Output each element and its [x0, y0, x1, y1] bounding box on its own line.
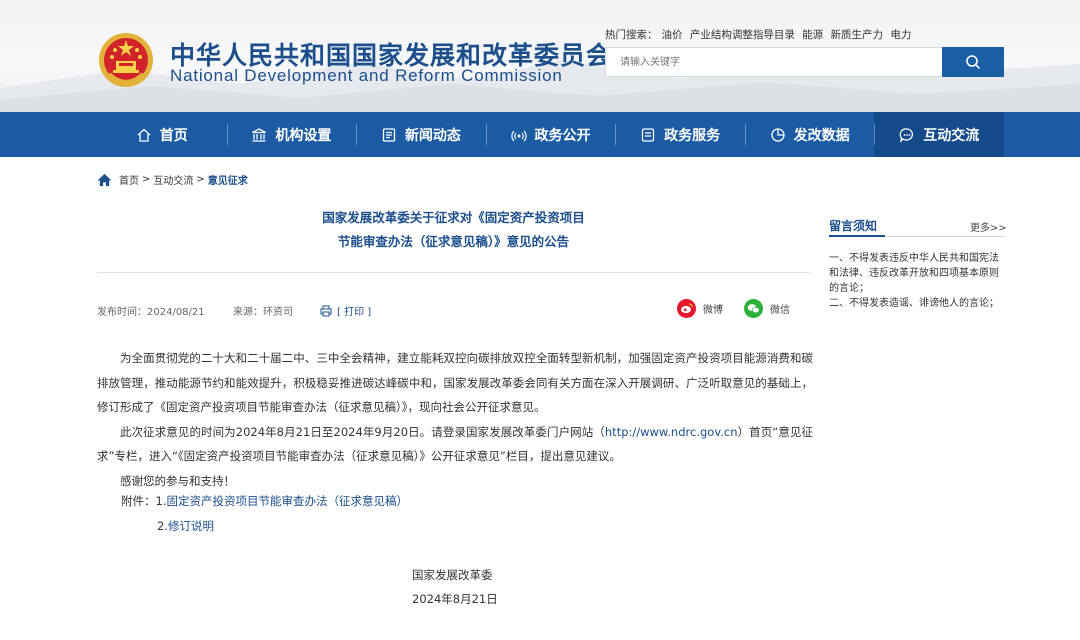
- print-label: [ 打印 ]: [337, 307, 372, 318]
- attachment-number: 1.: [155, 494, 167, 508]
- printer-icon: [320, 305, 332, 316]
- service-icon: [641, 127, 655, 142]
- attachment-label: 附件：: [121, 494, 156, 508]
- nav-label: 首页: [159, 127, 188, 144]
- signature: 国家发展改革委: [412, 568, 493, 582]
- hot-keyword[interactable]: 能源: [802, 29, 823, 41]
- share-weibo-button[interactable]: 微博: [677, 299, 723, 318]
- attachment-link[interactable]: 固定资产投资项目节能审查办法（征求意见稿）: [166, 494, 408, 508]
- hot-keyword[interactable]: 电力: [890, 29, 911, 41]
- institution-icon: [252, 127, 267, 142]
- article-title-line1: 国家发展改革委关于征求对《固定资产投资项目: [322, 210, 585, 225]
- nav-item-home[interactable]: 首页: [97, 112, 227, 157]
- breadcrumb-interaction[interactable]: 互动交流: [153, 172, 193, 187]
- breadcrumb-separator: >: [196, 174, 205, 185]
- hot-keyword[interactable]: 新质生产力: [831, 29, 884, 41]
- nav-label: 发改数据: [793, 127, 850, 144]
- nav-item-news[interactable]: 新闻动态: [356, 112, 486, 157]
- notice-rule: 一、不得发表违反中华人民共和国宪法和法律、违反改革开放和四项基本原则的言论；: [829, 253, 999, 294]
- search-icon: [966, 55, 980, 69]
- article-title-line2: 节能审查办法（征求意见稿）》意见的公告: [337, 234, 570, 249]
- paragraph: 此次征求意见的时间为2024年8月21日至2024年9月20日。请登录国家发展改…: [97, 420, 813, 469]
- article-body: 为全面贯彻党的二十大和二十届二中、三中全会精神，建立能耗双控向碳排放双控全面转型…: [97, 346, 813, 493]
- breadcrumb: 首页 > 互动交流 > 意见征求: [97, 172, 248, 187]
- sidebar-divider: [829, 235, 1004, 237]
- page: 中华人民共和国国家发展和改革委员会 National Development a…: [0, 0, 1080, 640]
- nav-item-services[interactable]: 政务服务: [615, 112, 745, 157]
- breadcrumb-home[interactable]: 首页: [119, 172, 139, 187]
- attachment-2: 2.修订说明: [157, 518, 214, 534]
- hot-search-bar: 热门搜索： 油价 产业结构调整指导目录 能源 新质生产力 电力: [605, 27, 915, 42]
- nav-item-interaction[interactable]: 互动交流: [874, 112, 1005, 157]
- source: 来源：环资司: [233, 307, 293, 318]
- sidebar-title: 留言须知: [829, 219, 878, 233]
- share-wechat-button[interactable]: 微信: [744, 299, 790, 318]
- title-divider: [97, 272, 810, 273]
- site-title-en: National Development and Reform Commissi…: [170, 66, 563, 85]
- nav-label: 机构设置: [275, 127, 332, 144]
- home-icon: [97, 173, 112, 186]
- weibo-icon: [677, 299, 696, 318]
- hot-keyword[interactable]: 油价: [662, 29, 683, 41]
- sidebar-more-link[interactable]: 更多>>: [970, 219, 1007, 234]
- chat-icon: [899, 127, 914, 143]
- attachment-1: 附件：1.固定资产投资项目节能审查办法（征求意见稿）: [121, 493, 408, 509]
- paragraph: 感谢您的参与和支持！: [120, 473, 235, 488]
- search-box: [605, 47, 1004, 77]
- breadcrumb-separator: >: [142, 174, 151, 185]
- breadcrumb-current[interactable]: 意见征求: [208, 172, 248, 187]
- broadcast-icon: [510, 130, 527, 141]
- attachment-link[interactable]: 修订说明: [168, 519, 214, 533]
- search-button[interactable]: [942, 47, 1004, 77]
- main-nav: 首页 机构设置 新闻动态 政务公开 政务服务 发改数据 互动交流: [0, 112, 1080, 157]
- national-emblem-icon: [99, 33, 153, 87]
- publish-time: 发布时间：2024/08/21: [97, 307, 205, 318]
- hot-search-label: 热门搜索：: [605, 29, 658, 41]
- search-input[interactable]: [606, 48, 943, 76]
- nav-label: 政务公开: [534, 127, 591, 144]
- paragraph-text: 此次征求意见的时间为2024年8月21日至2024年9月20日。请登录国家发展改…: [120, 424, 605, 439]
- print-button[interactable]: [ 打印 ]: [320, 303, 371, 318]
- weibo-label: 微博: [703, 305, 723, 316]
- attachment-number: 2.: [157, 519, 168, 533]
- sidebar-notice: 一、不得发表违反中华人民共和国宪法和法律、违反改革开放和四项基本原则的言论； 二…: [829, 251, 1007, 311]
- notice-rule: 二、不得发表造谣、诽谤他人的言论；: [829, 298, 999, 309]
- nav-label: 新闻动态: [404, 127, 461, 144]
- paragraph: 为全面贯彻党的二十大和二十届二中、三中全会精神，建立能耗双控向碳排放双控全面转型…: [97, 351, 813, 414]
- data-icon: [771, 127, 785, 142]
- site-header: 中华人民共和国国家发展和改革委员会 National Development a…: [0, 0, 1080, 112]
- ndrc-website-link[interactable]: http://www.ndrc.gov.cn: [605, 425, 738, 439]
- wechat-icon: [744, 299, 763, 318]
- wechat-label: 微信: [770, 305, 790, 316]
- signature-date: 2024年8月21日: [412, 592, 498, 606]
- nav-item-data[interactable]: 发改数据: [744, 112, 875, 157]
- nav-item-institution[interactable]: 机构设置: [226, 112, 357, 157]
- nav-label: 互动交流: [923, 127, 980, 144]
- news-icon: [382, 127, 396, 142]
- hot-keyword[interactable]: 产业结构调整指导目录: [690, 29, 795, 41]
- nav-label: 政务服务: [664, 127, 721, 144]
- home-icon: [137, 128, 151, 142]
- nav-item-public-affairs[interactable]: 政务公开: [485, 112, 616, 157]
